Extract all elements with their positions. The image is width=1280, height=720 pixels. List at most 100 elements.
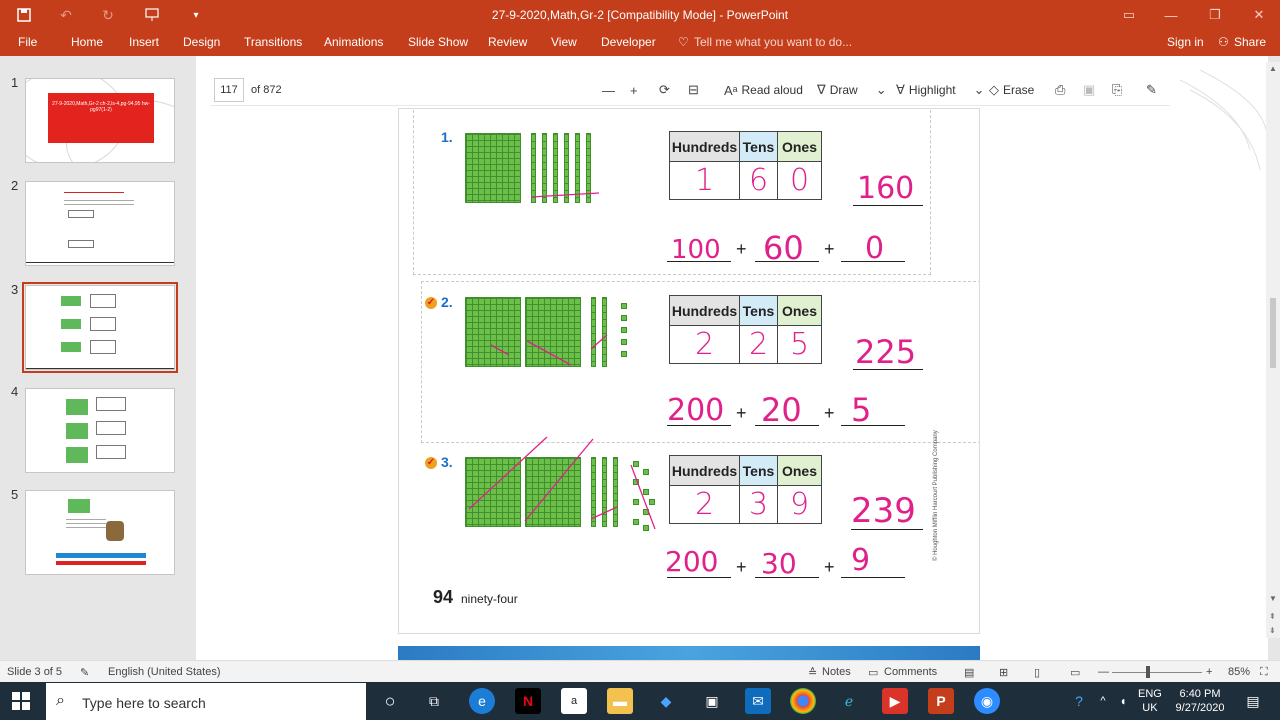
amazon-icon[interactable]: a (561, 688, 587, 714)
tab-slide-show[interactable]: Slide Show (408, 35, 468, 49)
notifications-icon[interactable]: ▤ (1240, 688, 1266, 714)
language-indicator[interactable]: English (United States) (108, 666, 221, 678)
store-icon[interactable]: ▣ (699, 688, 725, 714)
zoom-level[interactable]: 85% (1228, 666, 1250, 678)
scrollbar-thumb[interactable] (1270, 298, 1276, 368)
powerpoint-icon[interactable]: P (928, 688, 954, 714)
tab-developer[interactable]: Developer (601, 35, 656, 49)
tab-view[interactable]: View (551, 35, 577, 49)
edge-icon[interactable]: e (469, 688, 495, 714)
page-count: of 872 (251, 84, 282, 96)
task-view-icon[interactable]: ⧉ (421, 688, 447, 714)
clock[interactable]: 6:40 PM 9/27/2020 (1172, 687, 1228, 715)
read-aloud-label: Read aloud (741, 83, 803, 97)
comments-icon: ▭ (868, 667, 879, 679)
save-as-icon[interactable]: ⎘ (1112, 81, 1122, 99)
draw-button[interactable]: ∇ Draw ⌄ (817, 81, 887, 99)
tab-animations[interactable]: Animations (324, 35, 383, 49)
zoom-slider[interactable] (1112, 672, 1202, 673)
zoom-app-icon[interactable]: ◉ (974, 688, 1000, 714)
dropbox-icon[interactable]: ◆ (653, 688, 679, 714)
input-language[interactable]: ENG UK (1138, 687, 1162, 715)
cortana-icon[interactable]: ○ (377, 688, 403, 714)
read-aloud-icon: Aᵃ (724, 82, 738, 98)
page-number: 94 (433, 587, 454, 607)
file-explorer-icon[interactable]: ▬ (607, 688, 633, 714)
restore-button[interactable]: ❐ (1200, 5, 1230, 25)
zoom-slider-thumb[interactable] (1146, 666, 1150, 678)
ink-strokes (468, 192, 656, 530)
region-code: UK (1142, 702, 1158, 714)
page-number-words: ninety-four (461, 592, 518, 606)
slide-sorter-icon[interactable]: ⊞ (999, 666, 1008, 679)
close-button[interactable]: ✕ (1244, 5, 1274, 25)
sign-in-link[interactable]: Sign in (1167, 35, 1204, 49)
pin-toolbar-icon[interactable]: ✎ (1146, 81, 1157, 99)
highlight-label: Highlight (908, 83, 956, 97)
tab-design[interactable]: Design (183, 35, 220, 49)
volume-icon[interactable]: ◖ (1110, 688, 1136, 714)
slide-thumbnails-pane: 1 27-9-2020,Math,Gr-2 ch-2,ls-4,pg-94,95… (0, 56, 196, 660)
comments-button[interactable]: Comments (884, 666, 937, 678)
netflix-icon[interactable]: N (515, 688, 541, 714)
eraser-icon: ◇ (989, 82, 999, 97)
read-aloud-button[interactable]: Aᵃ Read aloud (724, 81, 803, 99)
mail-icon[interactable]: ✉ (745, 688, 771, 714)
internet-explorer-icon[interactable]: ℯ (836, 688, 862, 714)
tab-insert[interactable]: Insert (129, 35, 159, 49)
windows-start-icon[interactable] (12, 692, 30, 710)
tab-transitions[interactable]: Transitions (244, 35, 302, 49)
save-pdf-icon[interactable]: ▣ (1083, 81, 1095, 99)
copyright-notice: © Houghton Mifflin Harcourt Publishing C… (933, 430, 939, 561)
title-bar: ↶ ↻ ▾ 27-9-2020,Math,Gr-2 [Compatibility… (0, 0, 1280, 30)
thumb-number: 5 (11, 487, 19, 502)
slide-indicator: Slide 3 of 5 (7, 666, 63, 678)
tell-me-search[interactable]: Tell me what you want to do... (694, 35, 852, 49)
lightbulb-icon: ♡ (678, 35, 689, 49)
fit-slide-icon[interactable]: ⛶ (1260, 666, 1268, 679)
ribbon-display-options-icon[interactable]: ▭ (1114, 5, 1144, 25)
thumb-number: 1 (11, 75, 19, 90)
reading-view-icon[interactable]: ▯ (1034, 666, 1040, 679)
taskbar-search-box[interactable]: ⌕ Type here to search (46, 683, 366, 720)
media-player-icon[interactable]: ▶ (882, 688, 908, 714)
share-button[interactable]: Share (1234, 35, 1266, 49)
slide-thumbnail-4[interactable] (25, 388, 175, 473)
page-number-input[interactable]: 117 (214, 78, 244, 102)
clock-date: 9/27/2020 (1175, 702, 1225, 714)
slide-thumbnail-2[interactable] (25, 181, 175, 266)
print-icon[interactable]: ⎙ (1055, 81, 1065, 99)
erase-button[interactable]: ◇ Erase (989, 81, 1034, 99)
normal-view-icon[interactable]: ▤ (964, 666, 974, 679)
status-bar: Slide 3 of 5 ✎ English (United States) ≙… (0, 660, 1280, 682)
rotate-icon[interactable]: ⟳ (659, 81, 670, 99)
zoom-out-icon[interactable]: — (602, 81, 615, 99)
thumb-number: 4 (11, 384, 19, 399)
help-icon[interactable]: ? (1066, 688, 1092, 714)
ribbon-tabs: File Home Insert Design Transitions Anim… (0, 30, 1280, 56)
fit-page-icon[interactable]: ⊟ (688, 81, 699, 99)
spellcheck-icon[interactable]: ✎ (80, 666, 89, 679)
slide-thumbnail-3[interactable] (22, 282, 178, 373)
slide-thumbnail-5[interactable] (25, 490, 175, 575)
erase-label: Erase (1003, 83, 1035, 97)
share-icon[interactable]: ⚇ (1218, 35, 1229, 49)
slide-show-icon[interactable]: ▭ (1070, 666, 1080, 679)
notes-button[interactable]: Notes (822, 666, 851, 678)
chrome-icon[interactable] (790, 688, 816, 714)
tab-review[interactable]: Review (488, 35, 527, 49)
search-icon: ⌕ (56, 692, 65, 709)
tab-home[interactable]: Home (71, 35, 103, 49)
zoom-in-icon[interactable]: + (630, 81, 638, 99)
language-code: ENG (1138, 688, 1162, 700)
tab-file[interactable]: File (18, 35, 37, 49)
zoom-in-button[interactable]: + (1206, 666, 1212, 678)
minimize-button[interactable]: — (1156, 5, 1186, 25)
zoom-out-button[interactable]: — (1098, 666, 1109, 678)
highlight-button[interactable]: ∀ Highlight ⌄ (896, 81, 985, 99)
clock-time: 6:40 PM (1179, 688, 1221, 700)
vertical-scrollbar[interactable]: ▲ ▼ ⇞ ⇟ (1266, 62, 1280, 638)
slide1-title-box: 27-9-2020,Math,Gr-2 ch-2,ls-4,pg-94,95 h… (48, 93, 154, 143)
highlight-icon: ∀ (896, 82, 905, 97)
slide-thumbnail-1[interactable]: 27-9-2020,Math,Gr-2 ch-2,ls-4,pg-94,95 h… (25, 78, 175, 163)
